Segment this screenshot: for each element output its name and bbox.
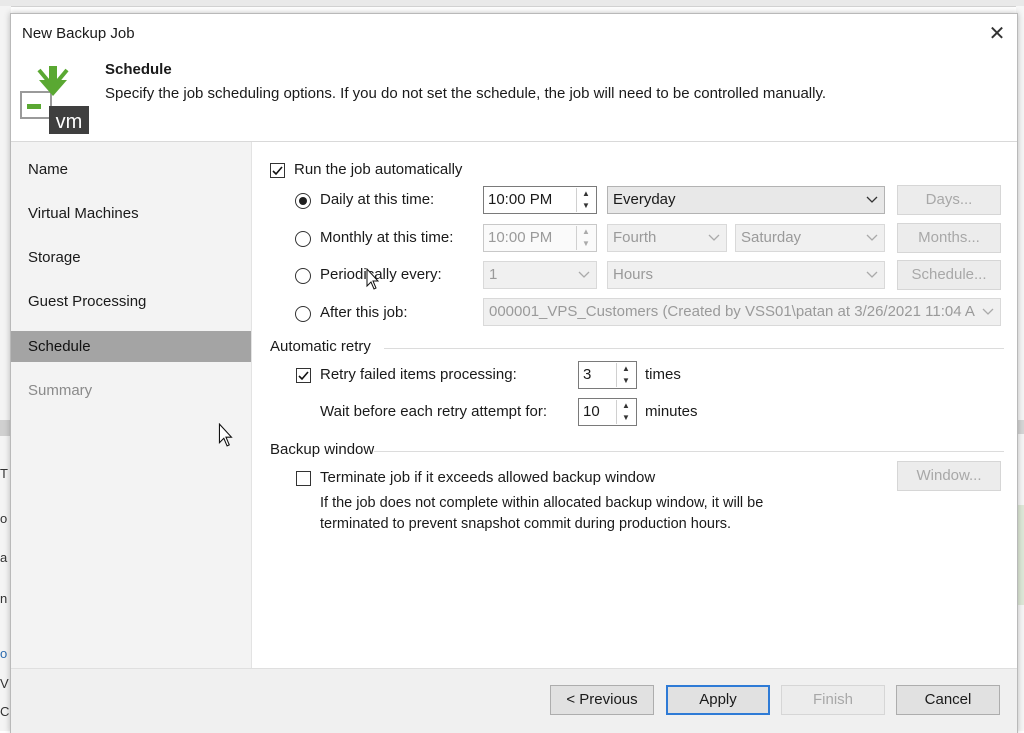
chevron-down-icon bbox=[982, 308, 994, 315]
backup-window-group-label: Backup window bbox=[270, 441, 375, 458]
retry-wait-label: Wait before each retry attempt for: bbox=[320, 403, 548, 420]
run-automatically-label: Run the job automatically bbox=[294, 161, 463, 178]
spin-down-icon[interactable]: ▼ bbox=[617, 375, 635, 387]
sidebar-item-virtual-machines[interactable]: Virtual Machines bbox=[11, 198, 251, 229]
daily-label: Daily at this time: bbox=[320, 191, 435, 208]
sidebar-item-name[interactable]: Name bbox=[11, 154, 251, 185]
spin-down-icon: ▼ bbox=[582, 239, 590, 248]
window-button: Window... bbox=[897, 461, 1001, 491]
group-divider bbox=[384, 348, 1004, 349]
cancel-button[interactable]: Cancel bbox=[896, 685, 1000, 715]
spin-up-icon[interactable]: ▲ bbox=[617, 363, 635, 375]
after-job-radio[interactable] bbox=[295, 306, 311, 322]
time-spinner-arrows[interactable]: ▲ ▼ bbox=[576, 188, 595, 212]
daily-time-input[interactable]: 10:00 PM ▲ ▼ bbox=[483, 186, 597, 214]
periodically-label: Periodically every: bbox=[320, 266, 442, 283]
monthly-week-select: Fourth bbox=[607, 224, 727, 252]
vm-backup-icon: vm bbox=[19, 62, 89, 134]
background-text: a bbox=[0, 550, 8, 565]
monthly-radio[interactable] bbox=[295, 231, 311, 247]
after-job-value: 000001_VPS_Customers (Created by VSS01\p… bbox=[489, 303, 975, 320]
period-value: 1 bbox=[489, 266, 498, 283]
time-spinner-arrows: ▲ ▼ bbox=[576, 226, 595, 250]
checkmark-icon bbox=[298, 371, 309, 381]
background-toolbar bbox=[0, 0, 1024, 7]
page-description: Specify the job scheduling options. If y… bbox=[105, 85, 827, 102]
retry-wait-unit-label: minutes bbox=[645, 403, 698, 420]
spin-down-icon[interactable]: ▼ bbox=[617, 412, 635, 424]
monthly-time-value: 10:00 PM bbox=[488, 229, 553, 246]
daily-time-value: 10:00 PM bbox=[488, 191, 553, 208]
automatic-retry-group-label: Automatic retry bbox=[270, 338, 371, 355]
background-text: n bbox=[0, 591, 8, 606]
group-divider bbox=[374, 451, 1004, 452]
vm-badge-text: vm bbox=[56, 111, 83, 133]
after-job-label: After this job: bbox=[320, 304, 408, 321]
monthly-day-value: Saturday bbox=[741, 229, 802, 246]
apply-button[interactable]: Apply bbox=[666, 685, 770, 715]
new-backup-job-dialog: New Backup Job ✕ vm Schedule Specify the… bbox=[10, 13, 1018, 733]
terminate-job-checkbox[interactable] bbox=[296, 471, 311, 486]
retry-wait-input[interactable]: 10 ▲ ▼ bbox=[578, 398, 637, 426]
daily-frequency-select[interactable]: Everyday bbox=[607, 186, 885, 214]
chevron-down-icon bbox=[866, 234, 878, 241]
chevron-down-icon bbox=[866, 271, 878, 278]
retry-wait-value: 10 bbox=[583, 403, 600, 420]
mouse-pointer-icon bbox=[218, 423, 233, 447]
retry-count-value: 3 bbox=[583, 366, 592, 383]
chevron-down-icon bbox=[708, 234, 720, 241]
monthly-week-value: Fourth bbox=[613, 229, 657, 246]
wait-spinner-arrows[interactable]: ▲ ▼ bbox=[616, 400, 635, 424]
spin-up-icon[interactable]: ▲ bbox=[577, 188, 595, 200]
period-unit-value: Hours bbox=[613, 266, 654, 283]
retry-count-input[interactable]: 3 ▲ ▼ bbox=[578, 361, 637, 389]
run-automatically-checkbox[interactable] bbox=[270, 163, 285, 178]
radio-selected-dot bbox=[299, 197, 307, 205]
backup-window-note-line2: terminated to prevent snapshot commit du… bbox=[320, 516, 732, 532]
finish-button: Finish bbox=[781, 685, 885, 715]
window-title: New Backup Job bbox=[22, 25, 135, 42]
sidebar-item-schedule[interactable]: Schedule bbox=[11, 331, 251, 362]
schedule-panel: Run the job automatically Daily at this … bbox=[252, 142, 1017, 668]
close-icon[interactable]: ✕ bbox=[985, 22, 1009, 46]
previous-button[interactable]: < Previous bbox=[550, 685, 654, 715]
checkmark-icon bbox=[272, 166, 283, 176]
spin-down-icon[interactable]: ▼ bbox=[577, 200, 595, 212]
background-text: o bbox=[0, 511, 8, 526]
daily-frequency-value: Everyday bbox=[613, 191, 676, 208]
periodically-radio[interactable] bbox=[295, 268, 311, 284]
after-job-select: 000001_VPS_Customers (Created by VSS01\p… bbox=[483, 298, 1001, 326]
sidebar-item-guest-processing[interactable]: Guest Processing bbox=[11, 286, 251, 317]
terminate-job-label: Terminate job if it exceeds allowed back… bbox=[320, 469, 656, 486]
sidebar-item-summary: Summary bbox=[28, 382, 93, 399]
retry-failed-checkbox[interactable] bbox=[296, 368, 311, 383]
mouse-pointer-icon bbox=[366, 268, 380, 290]
page-title: Schedule bbox=[105, 61, 172, 78]
retry-failed-label: Retry failed items processing: bbox=[320, 366, 517, 383]
retry-spinner-arrows[interactable]: ▲ ▼ bbox=[616, 363, 635, 387]
chevron-down-icon bbox=[866, 196, 878, 203]
retry-unit-label: times bbox=[645, 366, 681, 383]
background-text: T bbox=[0, 466, 8, 481]
background-text: C bbox=[0, 704, 10, 719]
period-value-select: 1 bbox=[483, 261, 597, 289]
spin-up-icon[interactable]: ▲ bbox=[617, 400, 635, 412]
monthly-day-select: Saturday bbox=[735, 224, 885, 252]
monthly-label: Monthly at this time: bbox=[320, 229, 454, 246]
days-button: Days... bbox=[897, 185, 1001, 215]
period-unit-select: Hours bbox=[607, 261, 885, 289]
spin-up-icon: ▲ bbox=[582, 227, 590, 236]
schedule-button: Schedule... bbox=[897, 260, 1001, 290]
wizard-footer: < Previous Apply Finish Cancel bbox=[11, 668, 1017, 733]
chevron-down-icon bbox=[578, 271, 590, 278]
background-text: V bbox=[0, 676, 9, 691]
monthly-time-input: 10:00 PM ▲ ▼ bbox=[483, 224, 597, 252]
wizard-steps-sidebar: Name Virtual Machines Storage Guest Proc… bbox=[11, 142, 252, 668]
background-link: o bbox=[0, 646, 8, 661]
months-button: Months... bbox=[897, 223, 1001, 253]
backup-window-note-line1: If the job does not complete within allo… bbox=[320, 495, 764, 511]
daily-radio[interactable] bbox=[295, 193, 311, 209]
sidebar-item-storage[interactable]: Storage bbox=[11, 242, 251, 273]
